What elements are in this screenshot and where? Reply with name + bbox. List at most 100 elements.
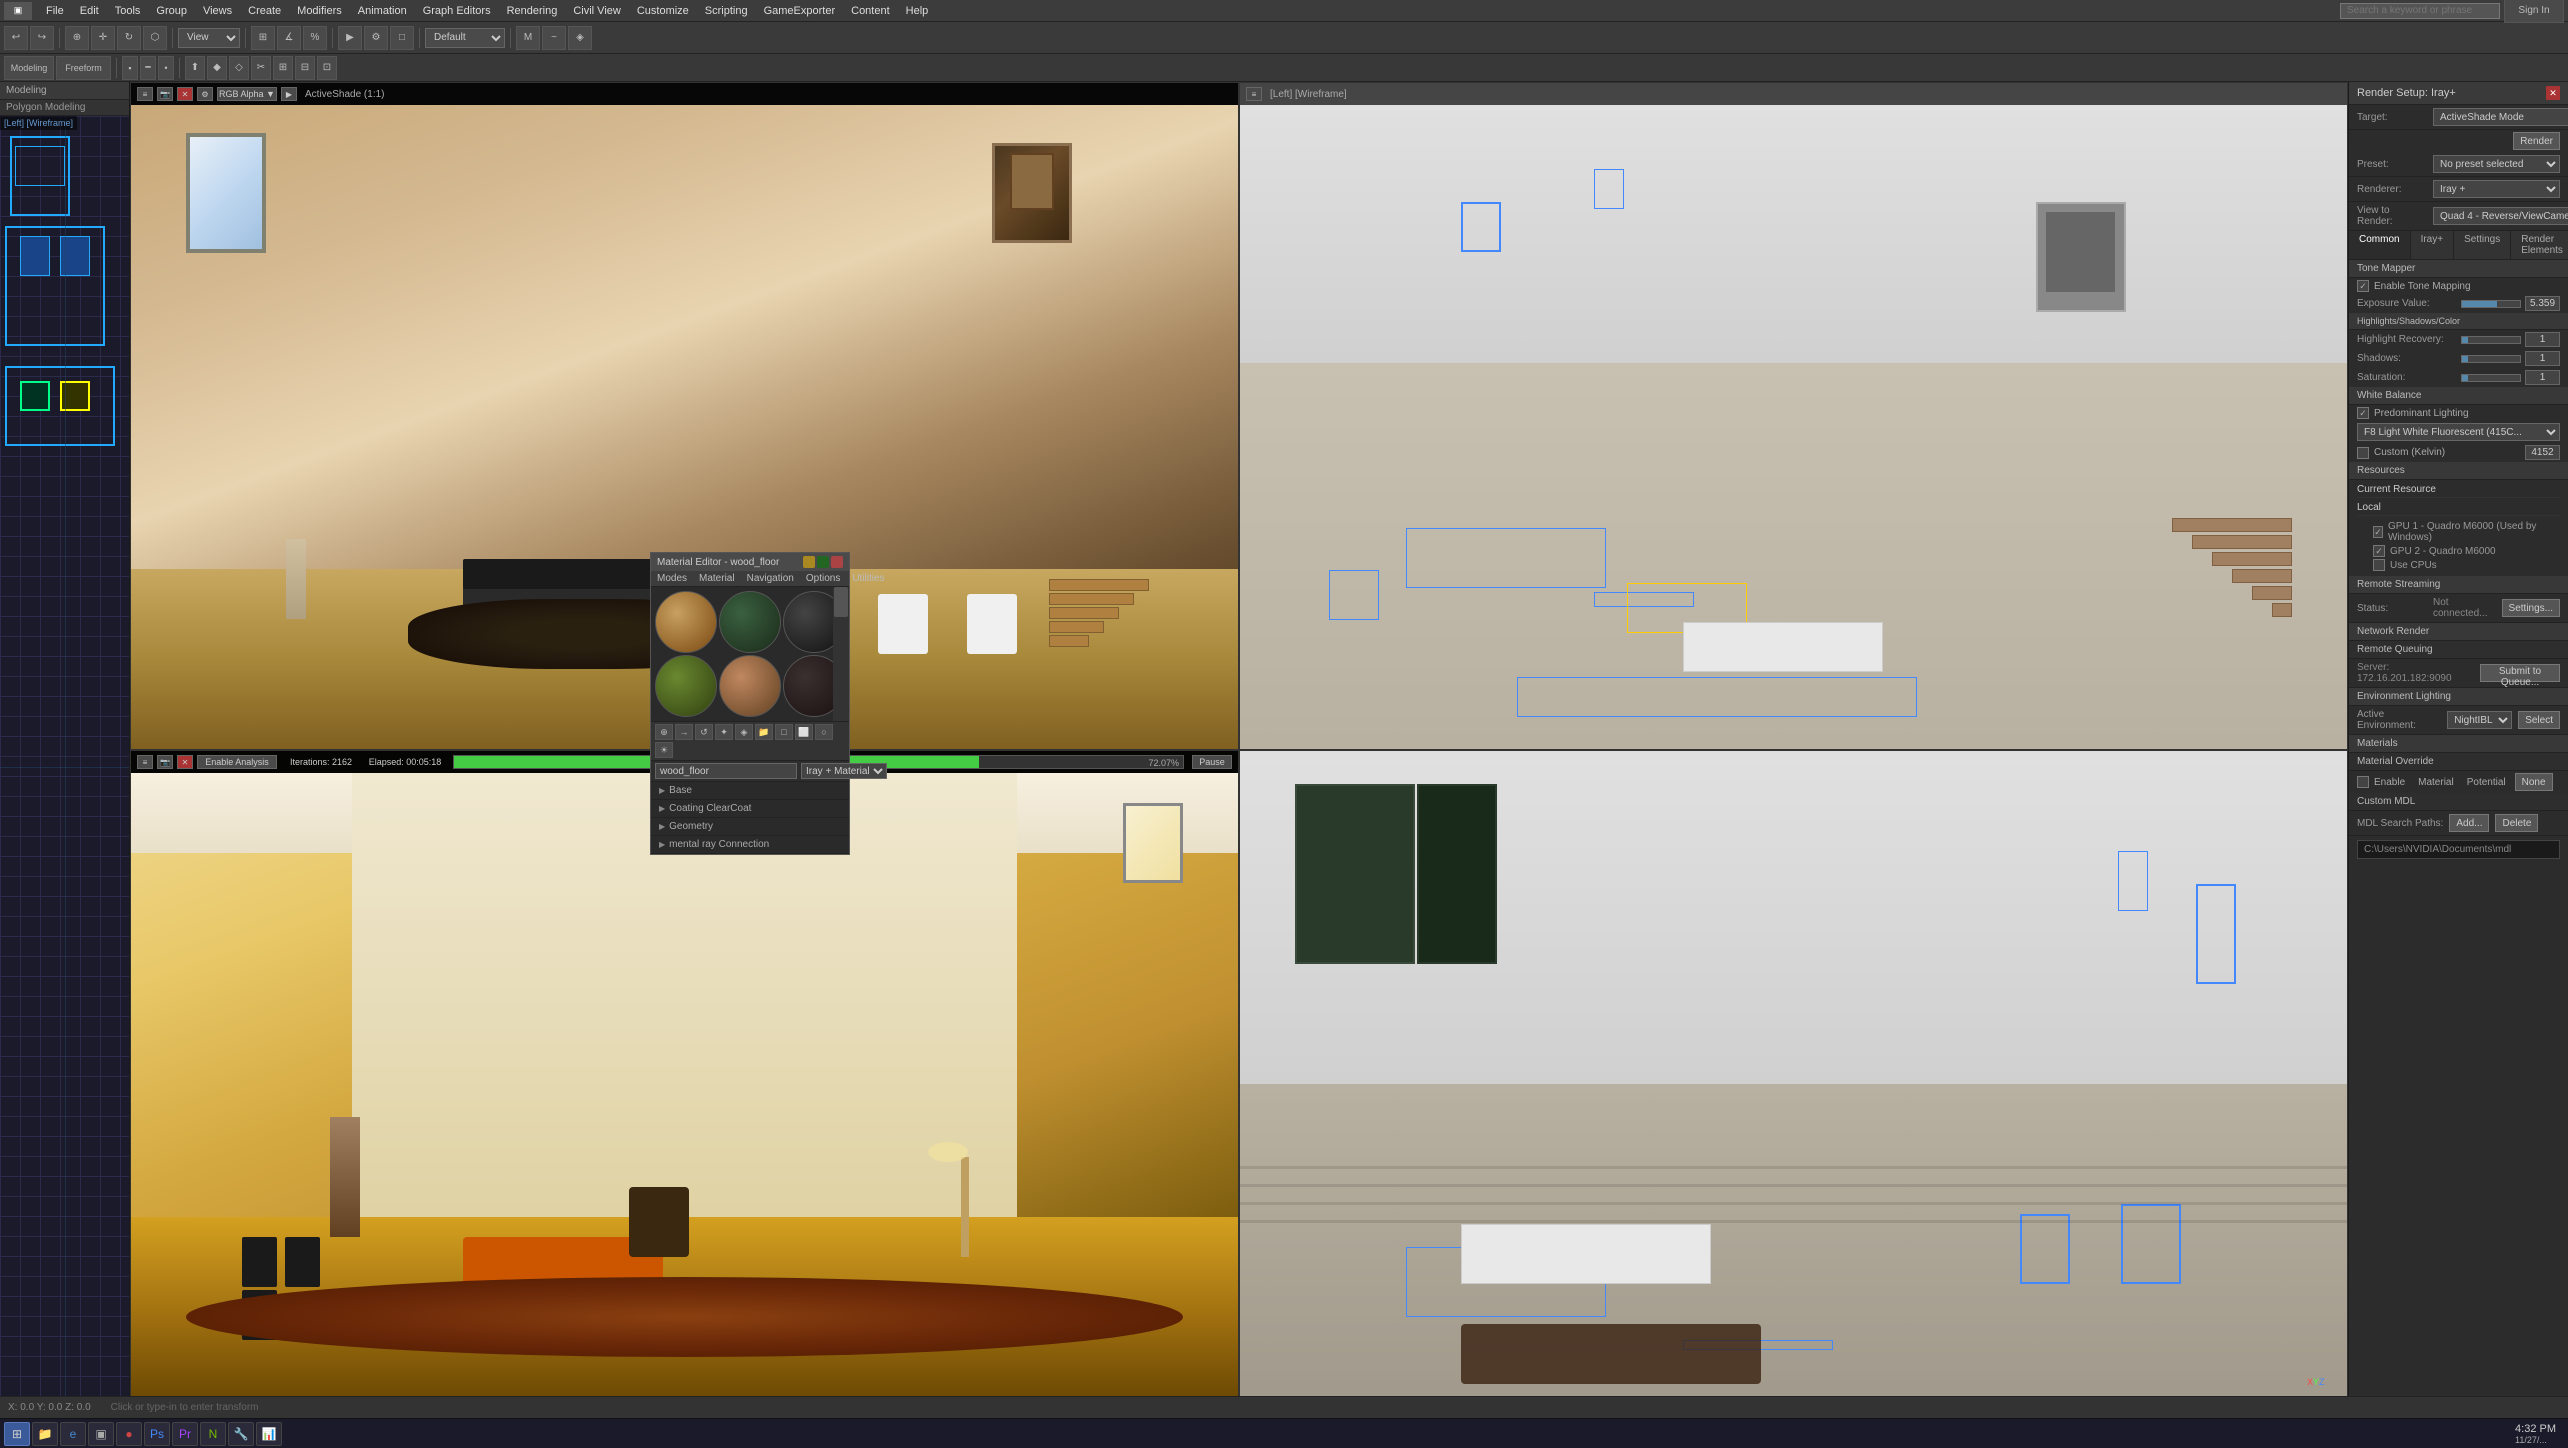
taskbar-misc-btn-1[interactable]: 🔧 — [228, 1422, 254, 1446]
mdl-add-btn[interactable]: Add... — [2449, 814, 2489, 832]
vp-menu-btn[interactable]: ≡ — [137, 87, 153, 101]
undo-btn[interactable]: ↩ — [4, 26, 28, 50]
gpu2-checkbox[interactable] — [2373, 545, 2385, 557]
mat-tree-base[interactable]: ▶ Base — [651, 782, 849, 800]
scale-snap-btn[interactable]: % — [303, 26, 327, 50]
white-balance-section[interactable]: White Balance — [2349, 387, 2568, 405]
mat-tree-geometry[interactable]: ▶ Geometry — [651, 818, 849, 836]
menu-civil-view[interactable]: Civil View — [565, 3, 628, 19]
left-viewport-blueprint[interactable]: [Left] [Wireframe] — [0, 116, 129, 1418]
menu-edit[interactable]: Edit — [72, 3, 107, 19]
menu-file[interactable]: File — [38, 3, 72, 19]
mat-show-3d-btn[interactable]: □ — [775, 724, 793, 740]
vertex-sub-btn[interactable]: • — [158, 56, 174, 80]
render-frame-btn[interactable]: □ — [390, 26, 414, 50]
vp-cam-btn[interactable]: 📷 — [157, 87, 173, 101]
vp-close-btn[interactable]: ✕ — [177, 87, 193, 101]
exposure-slider[interactable] — [2461, 300, 2521, 308]
tone-mapper-section[interactable]: Tone Mapper — [2349, 260, 2568, 278]
tab-common[interactable]: Common — [2349, 231, 2411, 259]
exposure-value[interactable]: 5.359 — [2525, 296, 2560, 311]
select-env-btn[interactable]: Select — [2518, 711, 2560, 729]
view-to-render-select[interactable]: Quad 4 - Reverse/ViewCamera — [2433, 207, 2568, 225]
menu-game-exporter[interactable]: GameExporter — [756, 3, 844, 19]
menu-animation[interactable]: Animation — [350, 3, 415, 19]
menu-views[interactable]: Views — [195, 3, 240, 19]
render-btn[interactable]: ▶ — [338, 26, 362, 50]
mat-maximize-btn[interactable] — [817, 556, 829, 568]
clone-close-btn[interactable]: ✕ — [177, 755, 193, 769]
settings-btn[interactable]: Settings... — [2502, 599, 2560, 617]
mdl-delete-btn[interactable]: Delete — [2495, 814, 2538, 832]
menu-rendering[interactable]: Rendering — [499, 3, 566, 19]
chamfer-btn[interactable]: ◇ — [229, 56, 249, 80]
menu-customize[interactable]: Customize — [629, 3, 697, 19]
saturation-value[interactable]: 1 — [2525, 370, 2560, 385]
predominant-select[interactable]: F8 Light White Fluorescent (415C... — [2357, 423, 2560, 441]
mat-ball-dark-green[interactable] — [719, 591, 781, 653]
bridge-btn[interactable]: ⊟ — [295, 56, 315, 80]
taskbar-nvidia-btn[interactable]: N — [200, 1422, 226, 1446]
tab-iray[interactable]: Iray+ — [2411, 231, 2455, 259]
preset-select[interactable]: No preset selected — [2433, 155, 2560, 173]
mat-sample-type-btn[interactable]: ○ — [815, 724, 833, 740]
mat-utilities-menu[interactable]: Utilities — [846, 571, 890, 586]
mat-reset-btn[interactable]: ↺ — [695, 724, 713, 740]
cut-btn[interactable]: ✂ — [251, 56, 271, 80]
mat-editor-header[interactable]: Material Editor - wood_floor — [651, 553, 849, 571]
mat-show-background-btn[interactable]: ⬜ — [795, 724, 813, 740]
sign-in-btn[interactable]: Sign In — [2504, 0, 2564, 23]
viewport-perspective[interactable]: XYZ — [1239, 750, 2348, 1418]
clone-cam-btn[interactable]: 📷 — [157, 755, 173, 769]
select-btn[interactable]: ⊕ — [65, 26, 89, 50]
render-setup-btn[interactable]: ⚙ — [364, 26, 388, 50]
taskbar-explorer-btn[interactable]: 📁 — [32, 1422, 58, 1446]
highlight-recovery-slider[interactable] — [2461, 336, 2521, 344]
menu-group[interactable]: Group — [148, 3, 195, 19]
clone-enable-analysis-btn[interactable]: Enable Analysis — [197, 755, 277, 769]
mat-put-to-lib-btn[interactable]: 📁 — [755, 724, 773, 740]
search-input[interactable] — [2340, 3, 2500, 19]
mat-ball-wood[interactable] — [655, 591, 717, 653]
reference-coord-dropdown[interactable]: View World Screen — [178, 28, 240, 48]
mat-ball-moss[interactable] — [655, 655, 717, 717]
taskbar-chrome-btn[interactable]: ● — [116, 1422, 142, 1446]
mat-minimize-btn[interactable] — [803, 556, 815, 568]
mat-pick-btn[interactable]: ✦ — [715, 724, 733, 740]
render-setup-close-btn[interactable]: ✕ — [2546, 86, 2560, 100]
tab-settings[interactable]: Settings — [2454, 231, 2511, 259]
mat-material-menu[interactable]: Material — [693, 571, 741, 586]
env-lighting-section[interactable]: Environment Lighting — [2349, 688, 2568, 706]
menu-content[interactable]: Content — [843, 3, 898, 19]
enable-override-checkbox[interactable] — [2357, 776, 2369, 788]
shadows-slider[interactable] — [2461, 355, 2521, 363]
mat-get-material-btn[interactable]: ⊕ — [655, 724, 673, 740]
redo-btn[interactable]: ↪ — [30, 26, 54, 50]
extrude-btn[interactable]: ⬆ — [185, 56, 205, 80]
active-env-select[interactable]: NightIBL — [2447, 711, 2512, 729]
none-btn[interactable]: None — [2515, 773, 2553, 791]
material-editor-btn[interactable]: M — [516, 26, 540, 50]
target-select[interactable]: ActiveShade Mode Production Rendering Mo… — [2433, 108, 2568, 126]
menu-help[interactable]: Help — [898, 3, 937, 19]
highlights-section[interactable]: Highlights/Shadows/Color — [2349, 313, 2568, 330]
freeform-btn[interactable]: Freeform — [56, 56, 111, 80]
remote-streaming-section[interactable]: Remote Streaming — [2349, 576, 2568, 594]
rotate-btn[interactable]: ↻ — [117, 26, 141, 50]
custom-kelvin-checkbox[interactable] — [2357, 447, 2369, 459]
mat-tree-mental-ray[interactable]: ▶ mental ray Connection — [651, 836, 849, 854]
highlight-recovery-value[interactable]: 1 — [2525, 332, 2560, 347]
saturation-slider[interactable] — [2461, 374, 2521, 382]
schematic-view-btn[interactable]: ◈ — [568, 26, 592, 50]
mat-options-menu[interactable]: Options — [800, 571, 846, 586]
bevel-btn[interactable]: ◆ — [207, 56, 227, 80]
polygon-sub-btn[interactable]: ▪ — [122, 56, 138, 80]
cpus-checkbox[interactable] — [2373, 559, 2385, 571]
mat-scroll-bar[interactable] — [833, 587, 849, 721]
menu-scripting[interactable]: Scripting — [697, 3, 756, 19]
submit-queue-btn[interactable]: Submit to Queue... — [2480, 664, 2560, 682]
taskbar-ie-btn[interactable]: e — [60, 1422, 86, 1446]
clone-menu-btn[interactable]: ≡ — [137, 755, 153, 769]
menu-modifiers[interactable]: Modifiers — [289, 3, 350, 19]
mat-ball-brown[interactable] — [719, 655, 781, 717]
